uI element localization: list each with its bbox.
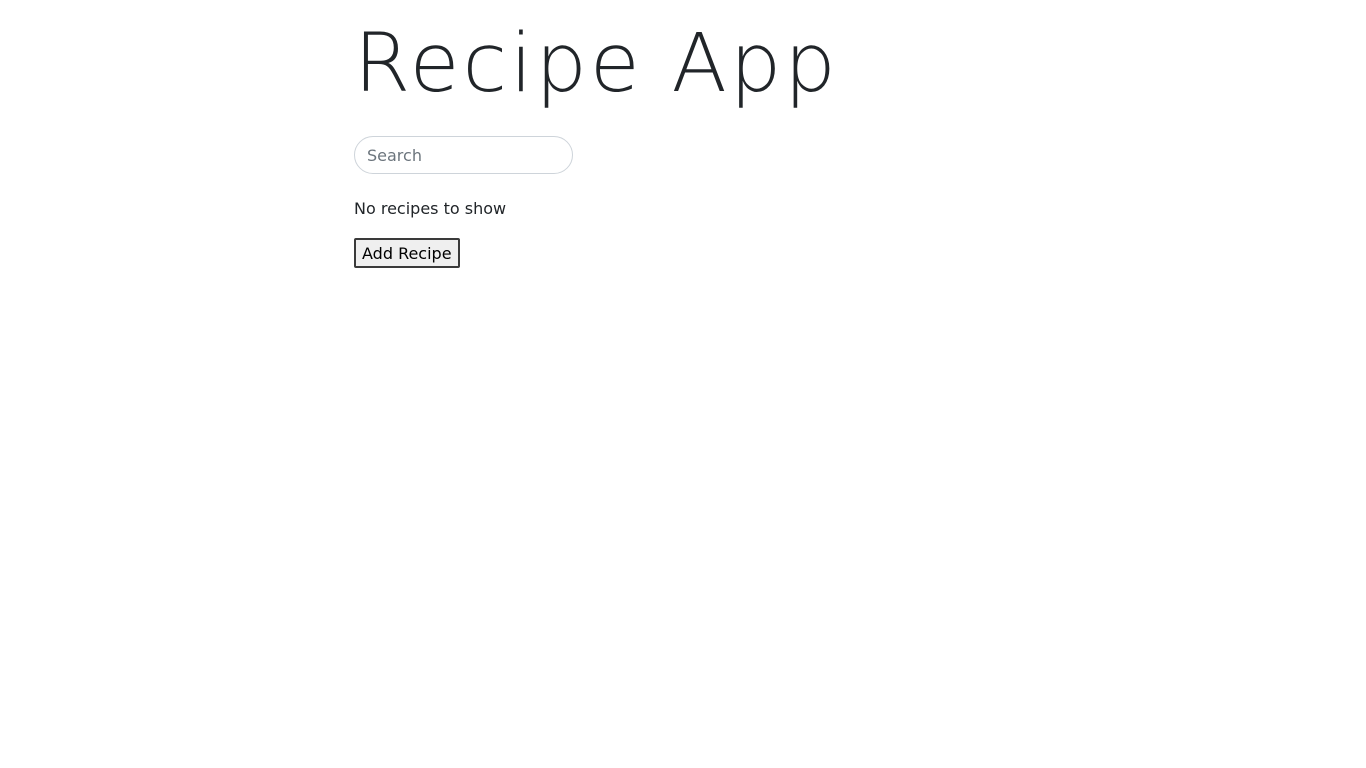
page-title: Recipe App <box>354 17 839 111</box>
empty-recipes-message: No recipes to show <box>354 199 507 218</box>
add-recipe-button[interactable]: Add Recipe <box>354 238 460 268</box>
search-input[interactable] <box>354 136 573 174</box>
